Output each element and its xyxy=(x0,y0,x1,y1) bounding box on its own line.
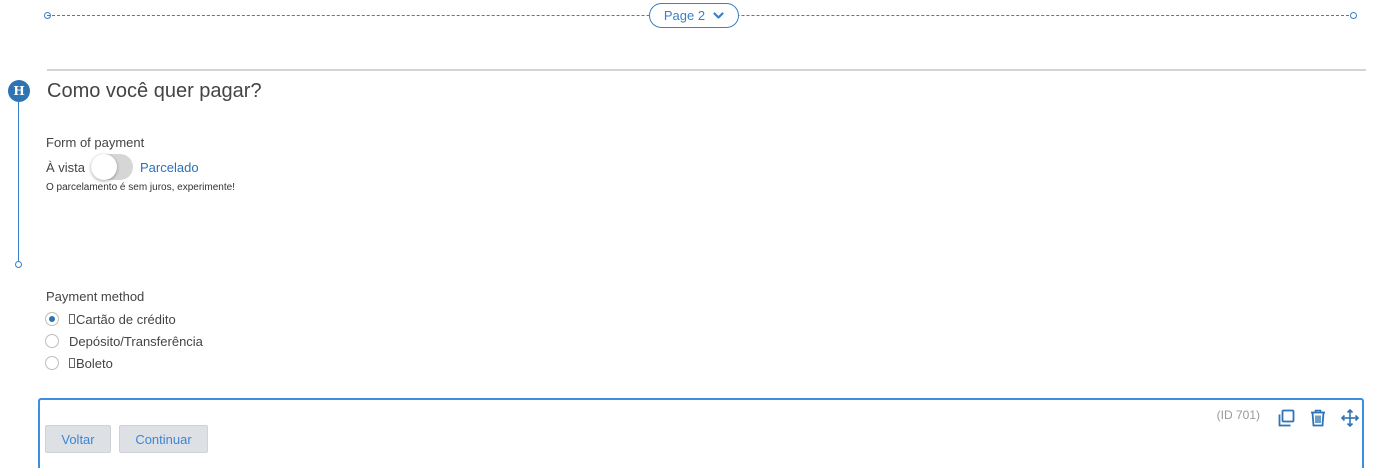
missing-glyph-icon xyxy=(69,314,75,324)
payment-method-label: Payment method xyxy=(46,289,145,304)
form-of-payment-label: Form of payment xyxy=(46,135,145,150)
trash-icon[interactable] xyxy=(1308,408,1328,428)
toggle-off-label: À vista xyxy=(46,159,86,175)
survey-editor-canvas: Page 2 H Como você quer pagar? Form of p… xyxy=(0,0,1387,468)
page-selector-label: Page 2 xyxy=(663,8,706,23)
radio-option-transfer[interactable]: Depósito/Transferência xyxy=(45,330,203,352)
page-break-right-dot xyxy=(1350,12,1357,19)
copy-icon[interactable] xyxy=(1276,408,1296,428)
form-of-payment-toggle-row: À vista Parcelado xyxy=(46,154,199,180)
toggle-on-label: Parcelado xyxy=(140,159,199,175)
radio-option-label: Cartão de crédito xyxy=(76,311,176,327)
form-of-payment-help-text: O parcelamento é sem juros, experimente! xyxy=(46,182,235,193)
radio-button[interactable] xyxy=(45,334,59,348)
radio-option-label: Depósito/Transferência xyxy=(69,333,203,349)
radio-option-label: Boleto xyxy=(76,355,113,371)
header-divider xyxy=(47,69,1366,71)
toggle-knob xyxy=(91,154,118,180)
radio-button[interactable] xyxy=(45,356,59,370)
radio-button-selected[interactable] xyxy=(45,312,59,326)
radio-option-boleto[interactable]: Boleto xyxy=(45,352,203,374)
item-id-label: (ID 701) xyxy=(1216,408,1260,422)
page-selector-button[interactable]: Page 2 xyxy=(649,3,739,28)
navigation-buttons-block[interactable]: (ID 701) Voltar Continuar xyxy=(38,398,1364,468)
missing-glyph-icon xyxy=(69,358,75,368)
form-of-payment-toggle[interactable] xyxy=(91,154,134,180)
back-button[interactable]: Voltar xyxy=(45,425,111,453)
radio-option-credit-card[interactable]: Cartão de crédito xyxy=(45,308,203,330)
chevron-down-icon xyxy=(713,11,724,20)
header-type-badge[interactable]: H xyxy=(8,80,30,102)
move-icon[interactable] xyxy=(1340,408,1360,428)
header-scope-end-dot xyxy=(15,261,22,268)
header-scope-line xyxy=(18,102,19,262)
continue-button[interactable]: Continuar xyxy=(119,425,208,453)
payment-method-radio-group: Cartão de crédito Depósito/Transferência… xyxy=(45,308,203,374)
section-title[interactable]: Como você quer pagar? xyxy=(47,80,262,103)
